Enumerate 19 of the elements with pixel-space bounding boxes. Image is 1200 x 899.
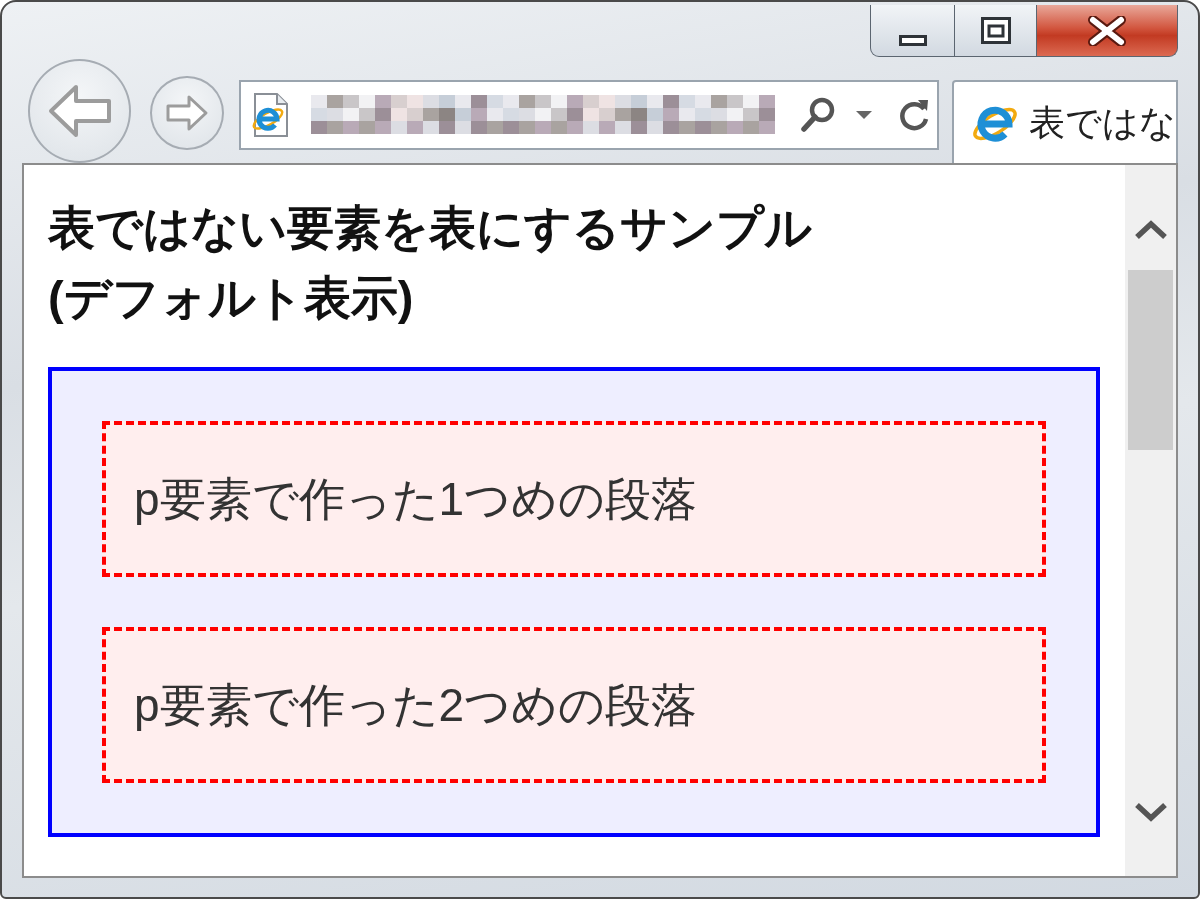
scrollbar-thumb[interactable] [1128,270,1173,450]
arrow-right-icon [165,94,210,132]
paragraph: p要素で作った1つめの段落 [102,421,1046,577]
scrollbar[interactable] [1125,165,1176,876]
minimize-icon [898,35,927,46]
chevron-down-icon[interactable] [1133,801,1168,822]
close-button[interactable] [1037,5,1178,57]
caret-icon[interactable] [854,110,873,120]
arrow-left-icon [46,83,113,139]
address-field[interactable] [238,80,939,150]
paragraph: p要素で作った2つめの段落 [102,627,1046,783]
chevron-up-icon[interactable] [1133,220,1168,240]
browser-tab[interactable]: 表ではな [952,80,1178,163]
close-icon [1088,15,1126,46]
search-icon[interactable] [798,96,837,134]
page-heading: 表ではない要素を表にするサンプル(デフォルト表示) [48,200,813,326]
minimize-button[interactable] [870,5,955,57]
maximize-icon [980,17,1011,44]
maximize-button[interactable] [955,5,1037,57]
